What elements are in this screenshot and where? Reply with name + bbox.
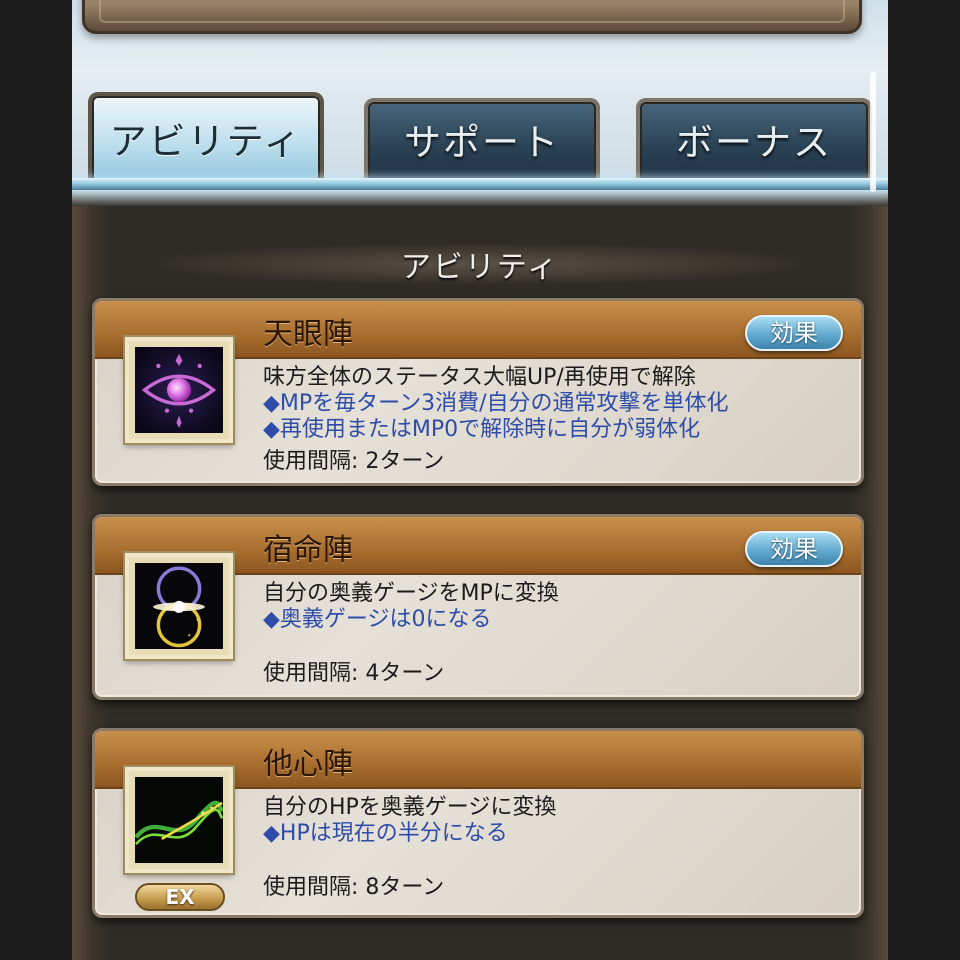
scrollbar-thumb[interactable] bbox=[870, 72, 876, 192]
abilities-screen: アビリティ サポート ボーナス アビリティ 天眼陣 効果 味方全体のステータス大… bbox=[72, 0, 888, 960]
cooldown-interval: 使用間隔: 2ターン bbox=[263, 449, 445, 474]
description-line: ◆HPは現在の半分になる bbox=[263, 821, 508, 846]
ability-card-tashin[interactable]: 他心陣 EX 自分のHPを奥義ゲージに変換 ◆HPは現在の半分になる 使用間隔:… bbox=[92, 728, 864, 918]
ability-description: 自分のHPを奥義ゲージに変換 ◆HPは現在の半分になる bbox=[263, 795, 841, 847]
ability-icon-frame bbox=[125, 337, 233, 443]
ability-card-tengan[interactable]: 天眼陣 効果 味方全体のステータス大幅UP/再使用で解除 ◆MPを毎ターン3消費… bbox=[92, 298, 864, 486]
description-line: 自分のHPを奥義ゲージに変換 bbox=[263, 795, 557, 820]
section-title: アビリティ bbox=[160, 244, 800, 285]
effect-button[interactable]: 効果 bbox=[745, 315, 843, 351]
ability-icon-frame bbox=[125, 553, 233, 659]
tab-ability[interactable]: アビリティ bbox=[88, 92, 324, 184]
ability-name: 他心陣 bbox=[263, 747, 353, 782]
tab-ability-label: アビリティ bbox=[109, 120, 303, 163]
effect-button[interactable]: 効果 bbox=[745, 531, 843, 567]
cooldown-interval: 使用間隔: 8ターン bbox=[263, 875, 445, 900]
ex-badge: EX bbox=[135, 883, 225, 911]
tab-bonus-label: ボーナス bbox=[676, 121, 832, 164]
description-line: ◆奥義ゲージは0になる bbox=[263, 607, 492, 632]
description-line: 自分の奥義ゲージをMPに変換 bbox=[263, 581, 559, 606]
ability-description: 自分の奥義ゲージをMPに変換 ◆奥義ゲージは0になる bbox=[263, 581, 841, 633]
right-margin bbox=[888, 0, 960, 960]
ability-card-shukumei[interactable]: 宿命陣 効果 自分の奥義ゲージをMPに変換 ◆奥義ゲージは0になる 使用間隔: bbox=[92, 514, 864, 700]
left-margin bbox=[0, 0, 72, 960]
ability-name: 天眼陣 bbox=[263, 317, 353, 352]
tab-bonus[interactable]: ボーナス bbox=[636, 98, 872, 180]
ability-description: 味方全体のステータス大幅UP/再使用で解除 ◆MPを毎ターン3消費/自分の通常攻… bbox=[263, 365, 841, 443]
energy-wave-icon bbox=[135, 777, 223, 863]
description-line: ◆MPを毎ターン3消費/自分の通常攻撃を単体化 bbox=[263, 391, 729, 416]
ability-icon-frame bbox=[125, 767, 233, 873]
tab-underline bbox=[72, 178, 888, 190]
tab-support[interactable]: サポート bbox=[364, 98, 600, 180]
eye-icon bbox=[135, 347, 223, 433]
cooldown-interval: 使用間隔: 4ターン bbox=[263, 661, 445, 686]
ability-name: 宿命陣 bbox=[263, 533, 353, 568]
twin-rings-icon bbox=[135, 563, 223, 649]
description-line: 味方全体のステータス大幅UP/再使用で解除 bbox=[263, 365, 696, 390]
tab-support-label: サポート bbox=[404, 121, 560, 164]
top-ornate-frame bbox=[82, 0, 862, 34]
description-line: ◆再使用またはMP0で解除時に自分が弱体化 bbox=[263, 417, 701, 442]
